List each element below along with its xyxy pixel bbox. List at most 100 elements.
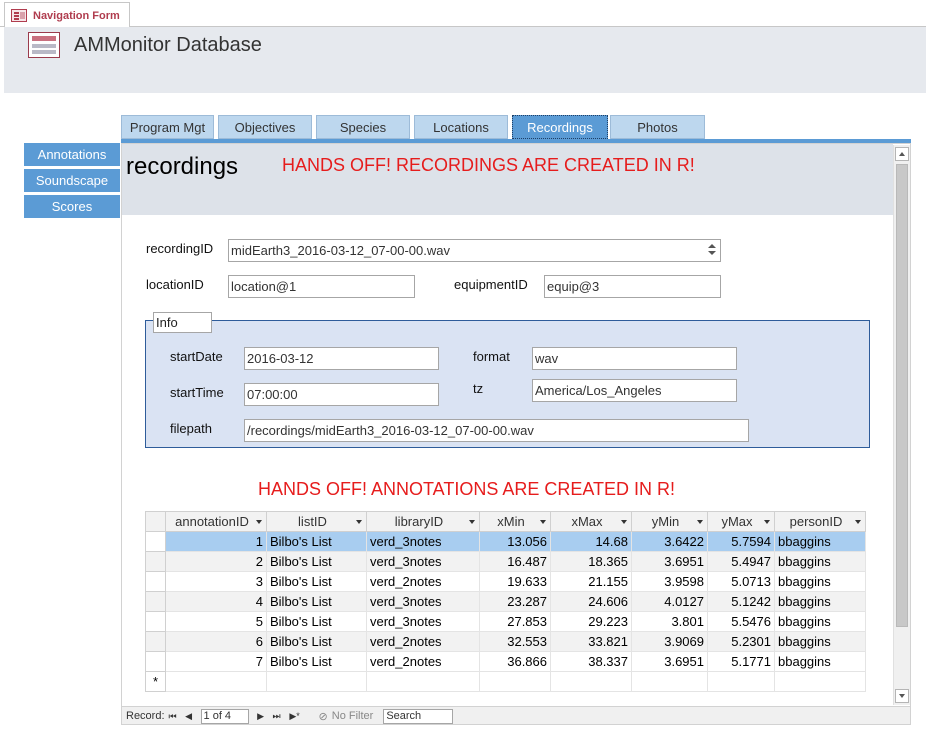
table-cell[interactable]: 3.6951: [631, 651, 708, 672]
table-cell[interactable]: [707, 671, 775, 692]
table-cell[interactable]: [631, 671, 708, 692]
document-tab-navigation-form[interactable]: Navigation Form: [4, 2, 130, 28]
table-cell[interactable]: 3.9598: [631, 571, 708, 592]
previous-record-icon[interactable]: ◀: [183, 710, 195, 722]
table-cell[interactable]: verd_3notes: [366, 611, 480, 632]
table-row[interactable]: 2 Bilbo's List verd_3notes 16.487 18.365 3.69…: [145, 551, 866, 572]
table-cell[interactable]: 1: [165, 531, 267, 552]
table-cell[interactable]: 21.155: [550, 571, 632, 592]
new-record-row[interactable]: *: [145, 671, 866, 692]
table-cell[interactable]: 7: [165, 651, 267, 672]
column-header-xmax[interactable]: xMax: [550, 511, 632, 532]
table-cell[interactable]: 6: [165, 631, 267, 652]
table-cell[interactable]: verd_3notes: [366, 531, 480, 552]
last-record-icon[interactable]: ⏭: [271, 710, 283, 722]
table-cell[interactable]: 2: [165, 551, 267, 572]
select-all-corner[interactable]: [145, 511, 166, 532]
next-record-icon[interactable]: ▶: [255, 710, 267, 722]
side-button-soundscape[interactable]: Soundscape: [24, 169, 120, 192]
table-cell[interactable]: verd_2notes: [366, 631, 480, 652]
tab-locations[interactable]: Locations: [414, 115, 508, 139]
tab-photos[interactable]: Photos: [610, 115, 705, 139]
scroll-thumb[interactable]: [896, 164, 908, 627]
format-field[interactable]: wav: [532, 347, 737, 370]
table-cell[interactable]: 13.056: [479, 531, 551, 552]
equipmentid-field[interactable]: equip@3: [544, 275, 721, 298]
table-cell[interactable]: 27.853: [479, 611, 551, 632]
table-cell[interactable]: bbaggins: [774, 631, 866, 652]
startdate-field[interactable]: 2016-03-12: [244, 347, 439, 370]
table-cell[interactable]: 33.821: [550, 631, 632, 652]
table-cell[interactable]: 5.1771: [707, 651, 775, 672]
table-cell[interactable]: verd_3notes: [366, 591, 480, 612]
row-selector[interactable]: [145, 611, 166, 632]
search-input[interactable]: Search: [383, 708, 454, 724]
table-row[interactable]: 5 Bilbo's List verd_3notes 27.853 29.223 3.80…: [145, 611, 866, 632]
table-cell[interactable]: bbaggins: [774, 571, 866, 592]
table-row[interactable]: 7 Bilbo's List verd_2notes 36.866 38.337 3.69…: [145, 651, 866, 672]
table-cell[interactable]: 38.337: [550, 651, 632, 672]
tab-species[interactable]: Species: [316, 115, 410, 139]
table-cell[interactable]: Bilbo's List: [266, 631, 367, 652]
filepath-field[interactable]: /recordings/midEarth3_2016-03-12_07-00-0…: [244, 419, 749, 442]
table-cell[interactable]: 5.7594: [707, 531, 775, 552]
table-cell[interactable]: Bilbo's List: [266, 571, 367, 592]
current-record-field[interactable]: 1 of 4: [200, 708, 249, 724]
table-cell[interactable]: Bilbo's List: [266, 531, 367, 552]
table-cell[interactable]: verd_2notes: [366, 651, 480, 672]
table-cell[interactable]: 16.487: [479, 551, 551, 572]
column-header-ymax[interactable]: yMax: [707, 511, 775, 532]
table-cell[interactable]: 36.866: [479, 651, 551, 672]
spinner-icon[interactable]: [706, 241, 718, 260]
column-header-listid[interactable]: listID: [266, 511, 367, 532]
row-selector[interactable]: [145, 651, 166, 672]
table-cell[interactable]: [479, 671, 551, 692]
table-cell[interactable]: bbaggins: [774, 651, 866, 672]
table-cell[interactable]: 18.365: [550, 551, 632, 572]
table-cell[interactable]: 3.6422: [631, 531, 708, 552]
table-cell[interactable]: Bilbo's List: [266, 591, 367, 612]
table-cell[interactable]: 24.606: [550, 591, 632, 612]
table-cell[interactable]: bbaggins: [774, 591, 866, 612]
table-cell[interactable]: 5.0713: [707, 571, 775, 592]
row-selector[interactable]: [145, 551, 166, 572]
tab-recordings[interactable]: Recordings: [512, 115, 608, 139]
table-cell[interactable]: bbaggins: [774, 551, 866, 572]
recordingid-combo[interactable]: midEarth3_2016-03-12_07-00-00.wav: [228, 239, 721, 262]
column-header-xmin[interactable]: xMin: [479, 511, 551, 532]
table-cell[interactable]: 14.68: [550, 531, 632, 552]
table-cell[interactable]: 5.2301: [707, 631, 775, 652]
column-header-annotationid[interactable]: annotationID: [165, 511, 267, 532]
side-button-scores[interactable]: Scores: [24, 195, 120, 218]
table-cell[interactable]: bbaggins: [774, 611, 866, 632]
scroll-down-icon[interactable]: [895, 689, 909, 703]
starttime-field[interactable]: 07:00:00: [244, 383, 439, 406]
table-cell[interactable]: 29.223: [550, 611, 632, 632]
table-cell[interactable]: verd_2notes: [366, 571, 480, 592]
tab-program-mgt[interactable]: Program Mgt: [121, 115, 214, 139]
table-cell[interactable]: 23.287: [479, 591, 551, 612]
column-header-ymin[interactable]: yMin: [631, 511, 708, 532]
row-selector[interactable]: [145, 571, 166, 592]
locationid-field[interactable]: location@1: [228, 275, 415, 298]
table-cell[interactable]: 3.801: [631, 611, 708, 632]
table-cell[interactable]: 5.4947: [707, 551, 775, 572]
table-cell[interactable]: 19.633: [479, 571, 551, 592]
table-cell[interactable]: 5.1242: [707, 591, 775, 612]
table-cell[interactable]: [774, 671, 866, 692]
table-row[interactable]: 1 Bilbo's List verd_3notes 13.056 14.68 3.642…: [145, 531, 866, 552]
table-cell[interactable]: verd_3notes: [366, 551, 480, 572]
scroll-up-icon[interactable]: [895, 147, 909, 161]
table-cell[interactable]: 32.553: [479, 631, 551, 652]
table-row[interactable]: 6 Bilbo's List verd_2notes 32.553 33.821 3.90…: [145, 631, 866, 652]
vertical-scrollbar[interactable]: [893, 145, 910, 705]
side-button-annotations[interactable]: Annotations: [24, 143, 120, 166]
table-cell[interactable]: bbaggins: [774, 531, 866, 552]
table-cell[interactable]: [266, 671, 367, 692]
table-cell[interactable]: 5: [165, 611, 267, 632]
table-cell[interactable]: Bilbo's List: [266, 611, 367, 632]
table-cell[interactable]: 4: [165, 591, 267, 612]
row-selector[interactable]: [145, 591, 166, 612]
table-row[interactable]: 3 Bilbo's List verd_2notes 19.633 21.155 3.95…: [145, 571, 866, 592]
table-cell[interactable]: Bilbo's List: [266, 651, 367, 672]
